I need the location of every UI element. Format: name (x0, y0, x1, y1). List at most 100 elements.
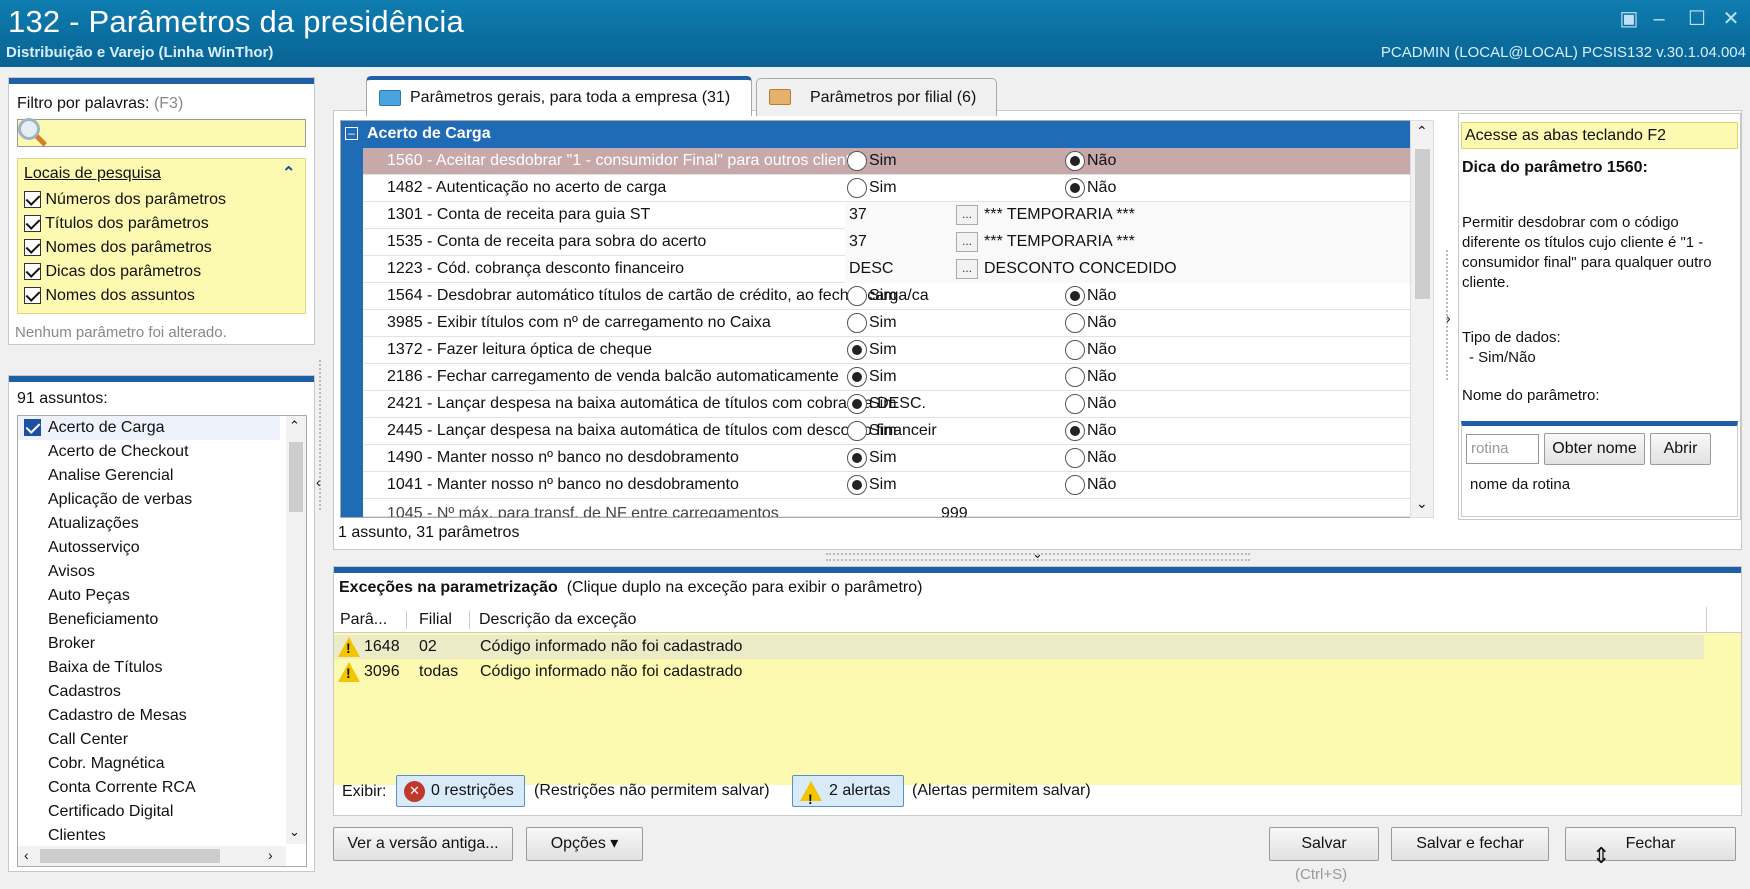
save-button[interactable]: Salvar (1269, 827, 1379, 861)
subject-item[interactable]: Aplicação de verbas (48, 491, 192, 509)
subject-item[interactable]: Beneficiamento (48, 611, 158, 629)
radio-yes[interactable] (847, 394, 867, 414)
collapse-group-icon[interactable]: – (345, 127, 358, 140)
collapse-down-icon[interactable]: ⌄ (1032, 546, 1043, 562)
param-row[interactable]: 3985 - Exibir títulos com nº de carregam… (341, 310, 1413, 337)
expand-right-icon[interactable]: › (1446, 310, 1451, 326)
radio-yes[interactable] (847, 367, 867, 387)
lookup-code[interactable]: 37 (849, 206, 867, 224)
restore-icon[interactable]: ▣ (1616, 6, 1642, 32)
exceptions-list[interactable]: 1648 02 Código informado não foi cadastr… (334, 633, 1741, 785)
scroll-left-icon[interactable]: ‹ (24, 847, 29, 863)
radio-no[interactable] (1065, 367, 1085, 387)
scroll-up-icon[interactable]: ⌃ (1416, 123, 1428, 140)
subject-item[interactable]: Baixa de Títulos (48, 659, 162, 677)
subject-item[interactable]: Conta Corrente RCA (48, 779, 196, 797)
param-row[interactable]: 1372 - Fazer leitura óptica de cheque Sim… (341, 337, 1413, 364)
location-option[interactable]: Números dos parâmetros (24, 191, 226, 215)
subject-item[interactable]: Atualizações (48, 515, 139, 533)
param-row[interactable]: 2186 - Fechar carregamento de venda balc… (341, 364, 1413, 391)
get-name-button[interactable]: Obter nome (1544, 433, 1645, 465)
subject-item[interactable]: Autosserviço (48, 539, 140, 557)
checkbox-icon[interactable] (24, 263, 41, 281)
params-grid[interactable]: – Acerto de Carga 1560 - Aceitar desdobr… (340, 120, 1422, 518)
table-row[interactable]: 1648 02 Código informado não foi cadastr… (334, 635, 1704, 659)
scroll-right-icon[interactable]: › (268, 847, 273, 863)
scroll-up-icon[interactable]: ⌃ (289, 418, 300, 434)
open-button[interactable]: Abrir (1650, 433, 1711, 465)
close-window-icon[interactable]: ✕ (1718, 6, 1744, 32)
subject-item[interactable]: Call Center (48, 731, 128, 749)
tab-branch-params[interactable]: Parâmetros por filial (6) (756, 78, 997, 116)
minimize-icon[interactable]: – (1646, 6, 1672, 32)
param-row[interactable]: 1535 - Conta de receita para sobra do ac… (341, 229, 1413, 256)
subject-item[interactable]: Cadastros (48, 683, 121, 701)
collapse-icon[interactable]: ⌃ (282, 163, 295, 183)
radio-yes[interactable] (847, 286, 867, 306)
location-option[interactable]: Títulos dos parâmetros (24, 215, 226, 239)
radio-no[interactable] (1065, 448, 1085, 468)
table-row[interactable]: 3096 todas Código informado não foi cada… (334, 660, 1704, 684)
radio-yes[interactable] (847, 151, 867, 171)
subject-item[interactable]: Acerto de Checkout (48, 443, 189, 461)
radio-no[interactable] (1065, 394, 1085, 414)
subject-item[interactable]: Analise Gerencial (48, 467, 173, 485)
radio-no[interactable] (1065, 340, 1085, 360)
radio-no[interactable] (1065, 286, 1085, 306)
subject-item[interactable]: Cobr. Magnética (48, 755, 165, 773)
col-description[interactable]: Descrição da exceção (479, 611, 636, 629)
subjects-list[interactable]: Acerto de Carga Acerto de Checkout Analise… (17, 415, 307, 867)
subject-item[interactable]: Avisos (48, 563, 95, 581)
lookup-code[interactable]: DESC (849, 260, 893, 278)
scroll-down-icon[interactable]: ⌄ (289, 824, 300, 840)
param-row[interactable]: 1564 - Desdobrar automático títulos de c… (341, 283, 1413, 310)
subject-item[interactable]: Broker (48, 635, 95, 653)
param-row[interactable]: 1490 - Manter nosso nº banco no desdobra… (341, 445, 1413, 472)
subject-item[interactable]: Auto Peças (48, 587, 130, 605)
col-filial[interactable]: Filial (419, 611, 470, 629)
ellipsis-button[interactable]: ... (956, 259, 978, 279)
radio-yes[interactable] (847, 178, 867, 198)
subject-item[interactable]: Certificado Digital (48, 803, 173, 821)
radio-yes[interactable] (847, 340, 867, 360)
save-close-button[interactable]: Salvar e fechar (1391, 827, 1549, 861)
tab-general-params[interactable]: Parâmetros gerais, para toda a empresa (… (366, 76, 752, 116)
col-param[interactable]: Parâ... (340, 611, 407, 629)
param-row[interactable]: 1223 - Cód. cobrança desconto financeiro… (341, 256, 1413, 283)
radio-yes[interactable] (847, 448, 867, 468)
radio-yes[interactable] (847, 313, 867, 333)
param-row[interactable]: 1482 - Autenticação no acerto de carga Si… (341, 175, 1413, 202)
grid-vertical-scrollbar[interactable]: ⌃ ⌄ (1410, 120, 1434, 518)
alerts-button[interactable]: 2 alertas (792, 775, 904, 814)
location-option[interactable]: Dicas dos parâmetros (24, 263, 226, 287)
checkbox-icon[interactable] (24, 239, 41, 257)
routine-input[interactable]: rotina (1466, 434, 1539, 464)
radio-no[interactable] (1065, 421, 1085, 441)
location-option[interactable]: Nomes dos parâmetros (24, 239, 226, 263)
checkbox-icon[interactable] (24, 287, 41, 305)
options-button[interactable]: Opções ▾ (526, 827, 643, 861)
ellipsis-button[interactable]: ... (956, 205, 978, 225)
location-option[interactable]: Nomes dos assuntos (24, 287, 226, 311)
radio-no[interactable] (1065, 178, 1085, 198)
checkbox-icon[interactable] (24, 419, 41, 437)
radio-no[interactable] (1065, 151, 1085, 171)
collapse-left-icon[interactable]: ‹ (316, 474, 321, 490)
horizontal-scrollbar[interactable]: ‹ › (18, 846, 286, 866)
lookup-code[interactable]: 37 (849, 233, 867, 251)
vertical-scrollbar[interactable]: ⌃ ⌄ (286, 416, 306, 844)
param-row[interactable]: 2421 - Lançar despesa na baixa automátic… (341, 391, 1413, 418)
checkbox-icon[interactable] (24, 191, 41, 209)
scroll-down-icon[interactable]: ⌄ (1416, 495, 1428, 512)
restrictions-button[interactable]: ✕ 0 restrições (396, 775, 525, 807)
maximize-icon[interactable]: ☐ (1684, 6, 1710, 32)
subject-item[interactable]: Cadastro de Mesas (48, 707, 187, 725)
close-button[interactable]: Fechar (1565, 827, 1736, 861)
ellipsis-button[interactable]: ... (956, 232, 978, 252)
subject-item[interactable]: Acerto de Carga (48, 419, 165, 437)
param-row[interactable]: 2445 - Lançar despesa na baixa automátic… (341, 418, 1413, 445)
param-row[interactable]: 1560 - Aceitar desdobrar "1 - consumidor… (341, 148, 1413, 175)
checkbox-icon[interactable] (24, 215, 41, 233)
group-header[interactable]: – Acerto de Carga (341, 121, 1411, 148)
old-version-button[interactable]: Ver a versão antiga... (333, 827, 513, 861)
